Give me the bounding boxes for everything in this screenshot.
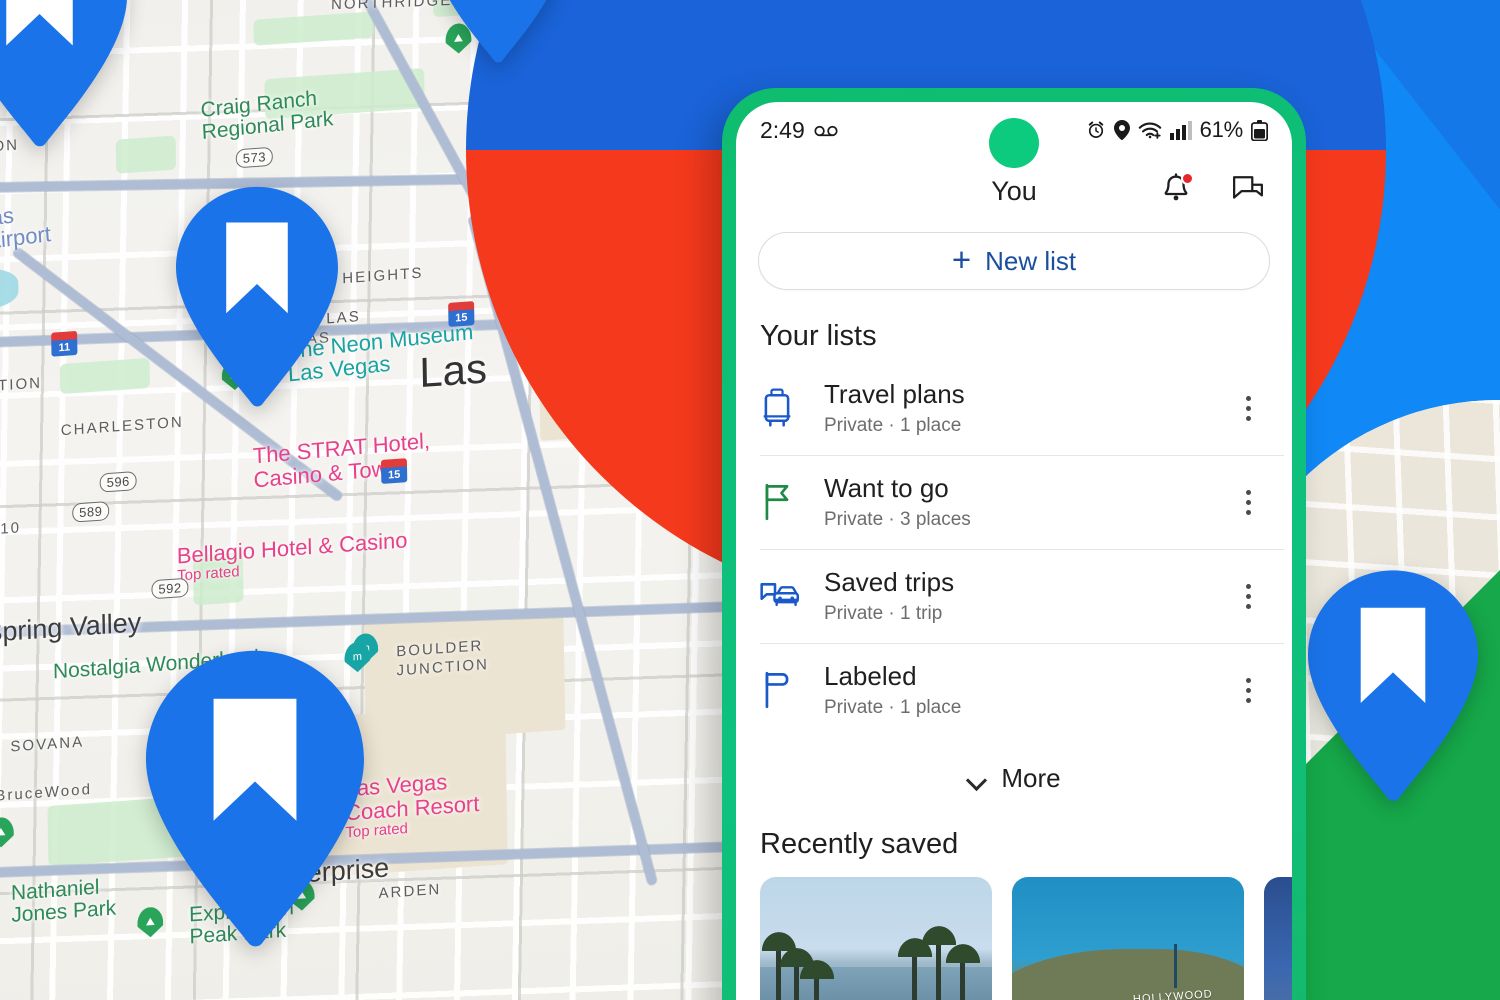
list-item-text: Travel plans Private · 1 place — [824, 379, 1228, 437]
show-more-label: More — [1001, 763, 1061, 793]
show-more-button[interactable]: More — [736, 737, 1292, 804]
signal-icon — [1169, 120, 1192, 140]
list-item-title: Want to go — [824, 473, 949, 504]
status-bar: 2:49 61% — [736, 102, 1292, 168]
location-icon — [1113, 120, 1130, 140]
your-lists-list: Travel plans Private · 1 place Want to g… — [736, 361, 1292, 737]
new-list-button[interactable]: + New list — [758, 232, 1270, 290]
notifications-button[interactable] — [1158, 172, 1194, 209]
label-flag-icon — [760, 671, 824, 709]
app-bar-actions — [1158, 172, 1266, 209]
bookmark-pin-icon — [0, 0, 127, 153]
thumbnail-palm — [919, 923, 959, 1000]
map-route-shield: 596 — [99, 471, 137, 493]
list-item-title: Travel plans — [824, 379, 965, 410]
phone-screen: 2:49 61% You + New list Your lists Trave… — [736, 102, 1292, 1000]
list-item[interactable]: Travel plans Private · 1 place — [736, 361, 1292, 455]
list-item-text: Want to go Private · 3 places — [824, 473, 1228, 531]
new-list-section: + New list — [736, 224, 1292, 290]
recently-saved-thumbnail[interactable]: HOLLYWOOD — [1012, 877, 1244, 1000]
more-vertical-icon[interactable] — [1228, 677, 1268, 703]
list-item[interactable]: Want to go Private · 3 places — [736, 455, 1292, 549]
more-vertical-icon[interactable] — [1228, 489, 1268, 515]
map-interstate-shield: 11 — [51, 330, 78, 357]
bookmark-pin-icon — [434, 0, 562, 69]
map-park-area — [59, 357, 150, 395]
status-time: 2:49 — [760, 116, 805, 143]
more-vertical-icon[interactable] — [1228, 583, 1268, 609]
battery-percent-label: 61% — [1199, 117, 1244, 142]
recently-saved-thumbnail[interactable] — [1264, 877, 1292, 1000]
voicemail-icon — [814, 117, 838, 144]
list-item-subtitle: Private · 1 trip — [824, 602, 943, 624]
map-route-shield: 592 — [151, 577, 189, 600]
plus-icon: + — [951, 240, 972, 278]
messages-button[interactable] — [1230, 173, 1266, 209]
thumbnail-palm — [895, 935, 935, 1000]
recently-saved-thumbnail[interactable] — [760, 877, 992, 1000]
list-item[interactable]: Saved trips Private · 1 trip — [736, 549, 1292, 643]
map-label: BOULDER JUNCTION — [396, 637, 490, 680]
map-route-shield: 573 — [235, 146, 274, 169]
map-label: Las Vegas Coach Resort Top rated — [344, 769, 480, 841]
list-item-text: Saved trips Private · 1 trip — [824, 567, 1228, 625]
your-lists-heading: Your lists — [760, 320, 877, 352]
list-item-text: Labeled Private · 1 place — [824, 661, 1228, 719]
list-item-title: Saved trips — [824, 567, 955, 598]
wifi-icon — [1138, 120, 1162, 140]
map-route-shield: 589 — [72, 501, 110, 523]
status-bar-right: 61% — [1086, 117, 1268, 143]
list-item-subtitle: Private · 3 places — [824, 508, 971, 530]
bookmark-pin-icon — [146, 650, 364, 953]
screenshot-root: NORTHRIDGE VALLEY WANN Craig RanchRegion… — [0, 0, 1500, 1000]
more-vertical-icon[interactable] — [1228, 395, 1268, 421]
list-item[interactable]: Labeled Private · 1 place — [736, 643, 1292, 737]
list-item-subtitle: Private · 1 place — [824, 696, 962, 718]
thumbnail-tower — [1174, 944, 1178, 988]
flag-icon — [760, 483, 824, 521]
thumbnail-palm — [943, 941, 983, 1000]
phone-device-frame: 2:49 61% You + New list Your lists Trave… — [722, 88, 1306, 1000]
chat-icon — [1232, 174, 1264, 209]
recently-saved-thumbnails: HOLLYWOOD — [736, 877, 1292, 1000]
bookmark-pin-icon — [176, 186, 338, 413]
background-green-triangle-secondary — [1300, 870, 1500, 1000]
list-item-subtitle: Private · 1 place — [824, 414, 962, 436]
car-trip-icon — [760, 579, 824, 613]
map-interstate-shield: 15 — [380, 458, 408, 485]
status-bar-left: 2:49 — [760, 117, 838, 144]
new-list-label: New list — [985, 245, 1077, 276]
battery-icon — [1251, 119, 1268, 141]
suitcase-icon — [760, 388, 824, 428]
list-item-title: Labeled — [824, 661, 917, 692]
notification-badge — [1181, 172, 1194, 185]
app-bar: You — [736, 158, 1292, 224]
recently-saved-heading: Recently saved — [760, 828, 959, 860]
bookmark-pin-icon — [1308, 570, 1478, 807]
thumbnail-palm — [797, 957, 837, 1000]
alarm-icon — [1086, 120, 1106, 140]
chevron-down-icon — [967, 773, 987, 785]
map-label: Nathaniel Jones Park — [10, 875, 117, 927]
